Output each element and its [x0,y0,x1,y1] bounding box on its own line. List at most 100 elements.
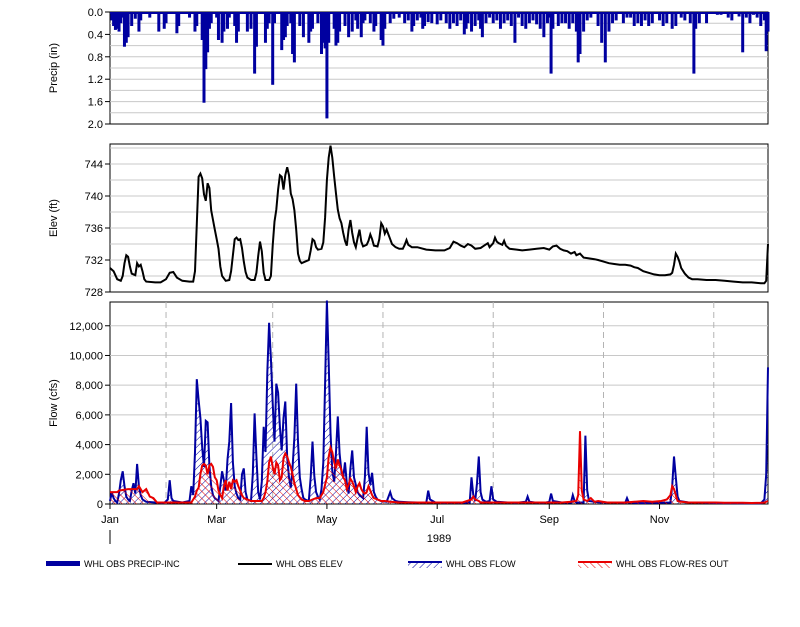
precip-tick-label: 0.8 [88,52,103,64]
flow-axis-title: Flow (cfs) [48,379,60,427]
precip-bar [480,12,484,38]
precip-bar [292,12,296,63]
precip-bar [298,12,302,26]
precip-bar [216,12,220,40]
precip-bar [600,12,604,43]
flow-tick-label: 8,000 [75,380,103,392]
legend-item-elev: WHL OBS ELEV [238,556,343,572]
precip-bar [347,12,351,38]
precip-bar [520,12,524,26]
flow-x-tick-label: Jul [430,514,444,526]
elev-tick-label: 740 [85,191,103,203]
legend-label-flow: WHL OBS FLOW [446,559,516,569]
precip-bar [310,12,314,29]
precip-bar [513,12,517,43]
flow-tick-label: 0 [97,499,103,511]
precip-bar [327,12,331,43]
precip-bar [741,12,745,53]
precip-tick-label: 2.0 [88,119,103,131]
flow-tick-label: 6,000 [75,410,103,422]
precip-bar [694,12,698,29]
precip-bar [455,12,459,26]
precip-bar [412,12,416,26]
precip-bar [301,12,305,38]
precip-bar [222,12,226,32]
elev-axis-title: Elev (ft) [48,199,60,237]
precip-y-axis: 0.0 0.4 0.8 1.2 1.6 2.0 [88,7,110,131]
flow-x-tick-label: Jan [101,514,119,526]
flow-y-axis: 0 2,000 4,000 6,000 8,000 10,000 12,000 [69,321,110,511]
precip-tick-label: 1.6 [88,97,103,109]
precip-bar [674,12,678,26]
precip-tick-label: 1.2 [88,74,103,86]
precip-bar [603,12,607,63]
precip-tick-label: 0.0 [88,7,103,19]
legend: WHL OBS PRECIP-INC WHL OBS ELEV WHL OBS … [0,550,800,580]
hydrograph-chart: 0.0 0.4 0.8 1.2 1.6 2.0 728 732 736 740 744 0 2,00… [48,7,770,545]
precip-bar [356,12,360,29]
flow-tick-label: 10,000 [69,350,103,362]
legend-swatch-res-out [578,558,612,570]
precip-bar [195,12,199,26]
precip-bar [338,12,342,32]
legend-item-flow: WHL OBS FLOW [408,556,516,572]
precip-bar [249,12,253,29]
precip-bar [578,12,582,54]
legend-label-res-out: WHL OBS FLOW-RES OUT [616,559,729,569]
x-axis-year-label: 1989 [427,533,451,545]
precip-bar [509,12,513,26]
elev-tick-label: 728 [85,287,103,299]
precip-bar [639,12,643,26]
elev-tick-label: 732 [85,255,103,267]
precip-bar [448,12,452,29]
precip-bar [647,12,651,26]
precip-bar [498,12,502,29]
precip-bar [383,12,387,29]
elev-panel-frame [109,143,769,293]
legend-item-res-out: WHL OBS FLOW-RES OUT [578,556,729,572]
precip-axis-title: Precip (in) [48,43,60,93]
precip-bar [524,12,528,29]
precip-bar [254,12,258,47]
precip-bar [632,12,636,26]
legend-swatch-elev [238,558,272,570]
flow-tick-label: 12,000 [69,321,103,333]
flow-tick-label: 4,000 [75,440,103,452]
precip-tick-label: 0.4 [88,29,103,41]
legend-label-precip: WHL OBS PRECIP-INC [84,559,180,569]
legend-swatch-precip [46,558,80,570]
precip-bar [607,12,611,32]
precip-bar [177,12,181,26]
legend-item-precip: WHL OBS PRECIP-INC [46,556,180,572]
elev-y-axis: 728 732 736 740 744 [85,159,110,299]
precip-bar [473,12,477,26]
flow-x-tick-label: Sep [539,514,559,526]
precip-bar [596,12,600,26]
precip-bar [245,12,249,32]
flow-x-tick-label: May [317,514,338,526]
elev-tick-label: 736 [85,223,103,235]
precip-bar [343,12,347,26]
precip-bar [661,12,665,26]
precip-bar [582,12,586,32]
precip-bar [157,12,161,32]
legend-label-elev: WHL OBS ELEV [276,559,343,569]
precip-bar [551,12,555,29]
elev-tick-label: 744 [85,159,103,171]
precip-bar [670,12,674,29]
precip-bar [759,12,763,26]
precip-bar [236,12,240,32]
flow-x-axis: Jan Mar May Jul Sep Nov [101,504,670,526]
flow-tick-label: 2,000 [75,469,103,481]
precip-bar [538,12,542,29]
precip-bar [285,12,289,26]
flow-x-tick-label: Mar [207,514,226,526]
precip-bar [766,12,770,32]
precip-bar [423,12,427,26]
legend-swatch-flow [408,558,442,570]
precip-bar [126,12,130,38]
precip-bar [374,12,378,26]
precip-bar [350,12,354,32]
flow-x-tick-label: Nov [650,514,670,526]
precip-bar [130,12,134,26]
